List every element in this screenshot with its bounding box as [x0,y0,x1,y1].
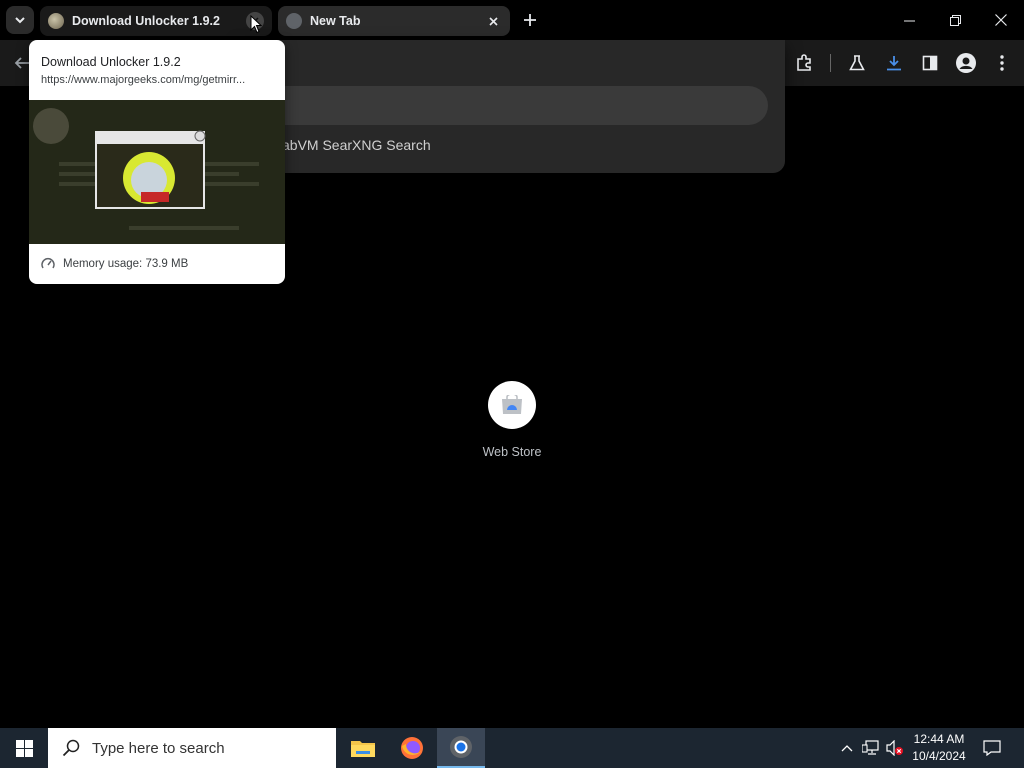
labs-button[interactable] [843,49,871,77]
tab-search-button[interactable] [6,6,34,34]
show-hidden-icons-button[interactable] [838,728,856,768]
memory-usage: Memory usage: 73.9 MB [41,257,188,271]
page-preview-thumbnail [29,100,285,244]
download-icon [887,56,901,71]
chevron-down-icon [15,17,25,24]
minimize-icon [903,20,915,21]
volume-tray-button[interactable] [884,728,906,768]
side-panel-button[interactable] [916,49,944,77]
network-icon [862,740,879,755]
start-button[interactable] [0,728,48,768]
memory-usage-text: Memory usage: 73.9 MB [63,258,189,270]
mouse-cursor-icon [250,15,262,34]
network-tray-button[interactable] [860,728,882,768]
close-icon [488,16,498,26]
taskbar-search-box[interactable]: Type here to search [48,728,336,768]
taskbar-chrome[interactable] [437,728,485,768]
windows-taskbar: Type here to search 12:44 AM 10/4/2024 [0,728,1024,768]
toolbar-divider [830,54,831,72]
folder-icon [351,741,375,757]
tab-strip: Download Unlocker 1.9.2 New Tab [0,0,1024,40]
gauge-icon [41,258,55,269]
minimize-button[interactable] [886,0,932,40]
tab-close-button[interactable] [484,12,502,30]
new-tab-button[interactable] [518,8,542,32]
side-panel-icon [922,55,938,71]
taskbar-firefox[interactable] [388,728,436,768]
omnibox-input[interactable] [250,86,768,125]
volume-muted-icon [886,740,903,756]
notifications-button[interactable] [978,728,1006,768]
restore-button[interactable] [932,0,978,40]
extensions-button[interactable] [790,49,818,77]
web-store-icon [488,381,536,429]
taskbar-file-explorer[interactable] [339,728,387,768]
arrow-left-icon [14,57,29,69]
clock-time: 12:44 AM [913,732,965,746]
more-vert-icon [1000,55,1004,71]
majorgeeks-favicon-icon [48,13,64,29]
globe-icon [286,13,302,29]
flask-icon [849,55,865,71]
profile-button[interactable] [952,49,980,77]
tab-title: New Tab [310,14,361,28]
chrome-icon [450,736,472,758]
search-icon [62,739,80,757]
chevron-up-icon [841,745,853,752]
hover-card-title: Download Unlocker 1.9.2 [41,55,181,69]
close-window-button[interactable] [978,0,1024,40]
avatar-icon [956,53,976,73]
close-icon [995,14,1007,26]
notification-icon [983,740,1001,756]
menu-button[interactable] [988,49,1016,77]
hover-card-url: https://www.majorgeeks.com/mg/getmirr... [41,74,246,86]
shortcut-web-store[interactable]: Web Store [472,381,552,459]
omnibox-suggestion[interactable]: abVM SearXNG Search [282,137,431,153]
taskbar-clock[interactable]: 12:44 AM 10/4/2024 [906,731,972,765]
tab-hover-card: Download Unlocker 1.9.2 https://www.majo… [29,40,285,284]
restore-icon [949,14,961,26]
downloads-button[interactable] [880,49,908,77]
puzzle-icon [797,54,811,71]
windows-logo-icon [15,739,33,757]
tab-download-unlocker[interactable]: Download Unlocker 1.9.2 [40,6,272,36]
shortcut-label: Web Store [482,445,542,459]
search-placeholder: Type here to search [92,739,225,757]
plus-icon [524,14,536,26]
tab-new-tab[interactable]: New Tab [278,6,510,36]
tab-title: Download Unlocker 1.9.2 [72,14,220,28]
firefox-icon [401,737,423,759]
clock-date: 10/4/2024 [912,749,966,763]
